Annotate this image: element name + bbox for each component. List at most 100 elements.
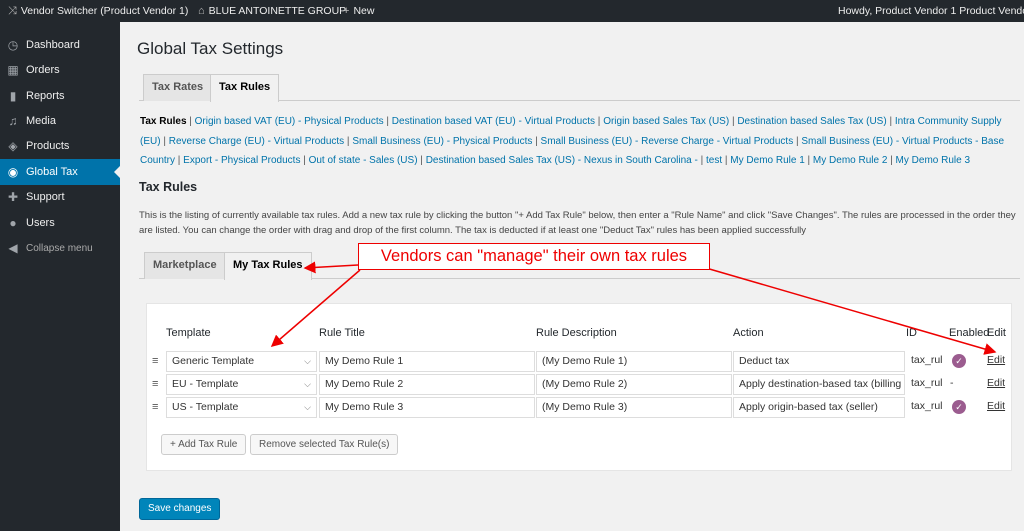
tax-rule-links: Tax Rules | Origin based VAT (EU) - Phys…: [140, 116, 1005, 166]
rule-id: tax_rul: [906, 374, 946, 395]
rule-link[interactable]: test: [706, 155, 722, 166]
collapse-label: Collapse menu: [26, 242, 93, 254]
admin-sidebar: ◷ Dashboard ▦ Orders ▮ Reports ♫ Media ◈…: [0, 22, 120, 531]
new-link[interactable]: + New: [343, 0, 374, 22]
chevron-down-icon: ⌵: [304, 379, 311, 389]
menu-users[interactable]: ● Users: [0, 210, 120, 236]
menu-label: Reports: [26, 90, 65, 102]
chevron-down-icon: ⌵: [304, 402, 311, 412]
user-icon: ●: [9, 216, 17, 230]
site-link[interactable]: ⌂ BLUE ANTOINETTE GROUP: [198, 0, 346, 22]
rule-title-input[interactable]: My Demo Rule 3: [319, 397, 535, 418]
template-select[interactable]: US - Template ⌵: [166, 397, 317, 418]
rule-link[interactable]: Destination based Sales Tax (US): [737, 116, 886, 127]
tab-tax-rules[interactable]: Tax Rules: [210, 74, 280, 102]
page-title: Global Tax Settings: [137, 39, 284, 58]
rule-description-input[interactable]: (My Demo Rule 1): [536, 351, 732, 372]
dashboard-icon: ◷: [7, 38, 19, 52]
tab-my-tax-rules[interactable]: My Tax Rules: [224, 252, 312, 280]
chevron-down-icon: ⌵: [304, 356, 311, 366]
rule-link[interactable]: Origin based VAT (EU) - Physical Product…: [195, 116, 384, 127]
menu-label: Products: [26, 140, 70, 152]
rule-link[interactable]: Export - Physical Products: [183, 155, 300, 166]
tab-tax-rates[interactable]: Tax Rates: [143, 74, 213, 101]
admin-bar: ⤨ Vendor Switcher (Product Vendor 1) ⌂ B…: [0, 0, 1024, 22]
remove-tax-rules-button[interactable]: Remove selected Tax Rule(s): [250, 434, 399, 455]
rule-link[interactable]: Small Business (EU) - Physical Products: [352, 136, 532, 147]
collapse-icon: ◀: [8, 241, 18, 255]
col-rule-title: Rule Title: [319, 327, 365, 339]
shuffle-icon: ⤨: [8, 5, 17, 17]
vendor-switcher-label: Vendor Switcher (Product Vendor 1): [20, 5, 189, 17]
tab-marketplace[interactable]: Marketplace: [144, 252, 226, 279]
new-label: New: [353, 5, 375, 17]
menu-label: Global Tax: [26, 166, 78, 178]
action-select[interactable]: Apply destination-based tax (billing: [733, 374, 905, 395]
rule-title-input[interactable]: My Demo Rule 1: [319, 351, 535, 372]
rule-link[interactable]: Destination based VAT (EU) - Virtual Pro…: [392, 116, 595, 127]
template-select[interactable]: Generic Template ⌵: [166, 351, 317, 372]
add-tax-rule-button[interactable]: + Add Tax Rule: [161, 434, 247, 455]
menu-media[interactable]: ♫ Media: [0, 108, 120, 134]
rule-link[interactable]: My Demo Rule 2: [813, 155, 887, 166]
rule-link[interactable]: Out of state - Sales (US): [309, 155, 418, 166]
menu-dashboard[interactable]: ◷ Dashboard: [0, 32, 120, 58]
edit-link[interactable]: Edit: [984, 351, 1010, 372]
rule-link[interactable]: Destination based Sales Tax (US) - Nexus…: [426, 155, 698, 166]
rule-link[interactable]: My Demo Rule 1: [730, 155, 804, 166]
template-value: Generic Template: [172, 355, 255, 367]
menu-label: Users: [26, 217, 55, 229]
box-icon: ◈: [8, 139, 18, 153]
rule-link[interactable]: My Demo Rule 3: [896, 155, 970, 166]
howdy-label: Howdy, Product Vendor 1 Product Vendor 1: [838, 5, 1024, 17]
rule-description-input[interactable]: (My Demo Rule 2): [536, 374, 732, 395]
edit-link[interactable]: Edit: [984, 374, 1010, 395]
menu-products[interactable]: ◈ Products: [0, 133, 120, 159]
menu-orders[interactable]: ▦ Orders: [0, 57, 120, 83]
col-action: Action: [733, 327, 764, 339]
site-name: BLUE ANTOINETTE GROUP: [208, 5, 347, 17]
template-select[interactable]: EU - Template ⌵: [166, 374, 317, 395]
main-tabs: Tax Rates Tax Rules: [139, 74, 1020, 102]
menu-support[interactable]: ✚ Support: [0, 184, 120, 210]
section-description: This is the listing of currently availab…: [139, 210, 1016, 236]
howdy-account[interactable]: Howdy, Product Vendor 1 Product Vendor 1: [838, 0, 1024, 22]
col-template: Template: [166, 327, 211, 339]
col-enabled: Enabled: [949, 327, 990, 339]
menu-label: Support: [26, 191, 65, 203]
rule-link[interactable]: Origin based Sales Tax (US): [603, 116, 729, 127]
rule-link[interactable]: Reverse Charge (EU) - Virtual Products: [169, 136, 344, 147]
annotation-callout: Vendors can "manage" their own tax rules: [358, 243, 710, 270]
vendor-switcher[interactable]: ⤨ Vendor Switcher (Product Vendor 1): [8, 0, 188, 22]
menu-label: Orders: [26, 64, 60, 76]
support-icon: ✚: [7, 190, 19, 204]
rule-link[interactable]: Small Business (EU) - Reverse Charge - V…: [541, 136, 794, 147]
table-row: ≡ US - Template ⌵ My Demo Rule 3 (My Dem…: [146, 396, 1012, 419]
menu-global-tax[interactable]: ◉ Global Tax: [0, 159, 120, 185]
rule-id: tax_rul: [906, 351, 946, 372]
enabled-check-icon[interactable]: ✓: [952, 400, 966, 414]
enabled-check-icon[interactable]: ✓: [952, 354, 966, 368]
drag-handle-icon[interactable]: ≡: [152, 378, 158, 390]
media-icon: ♫: [8, 114, 18, 128]
section-title: Tax Rules: [139, 180, 198, 194]
action-select[interactable]: Deduct tax: [733, 351, 905, 372]
drag-handle-icon[interactable]: ≡: [152, 401, 158, 413]
store-icon: ▦: [7, 63, 19, 77]
col-edit: Edit: [987, 327, 1006, 339]
collapse-menu[interactable]: ◀ Collapse menu: [0, 235, 120, 261]
menu-reports[interactable]: ▮ Reports: [0, 83, 120, 109]
edit-link[interactable]: Edit: [984, 397, 1010, 418]
enabled-indicator[interactable]: -: [948, 374, 968, 395]
drag-handle-icon[interactable]: ≡: [152, 355, 158, 367]
col-id: ID: [906, 327, 917, 339]
save-changes-button[interactable]: Save changes: [139, 498, 221, 520]
template-value: EU - Template: [172, 378, 239, 390]
menu-label: Media: [26, 115, 56, 127]
rule-description-input[interactable]: (My Demo Rule 3): [536, 397, 732, 418]
rule-id: tax_rul: [906, 397, 946, 418]
col-rule-description: Rule Description: [536, 327, 617, 339]
table-row: ≡ Generic Template ⌵ My Demo Rule 1 (My …: [146, 350, 1012, 373]
action-select[interactable]: Apply origin-based tax (seller): [733, 397, 905, 418]
rule-title-input[interactable]: My Demo Rule 2: [319, 374, 535, 395]
